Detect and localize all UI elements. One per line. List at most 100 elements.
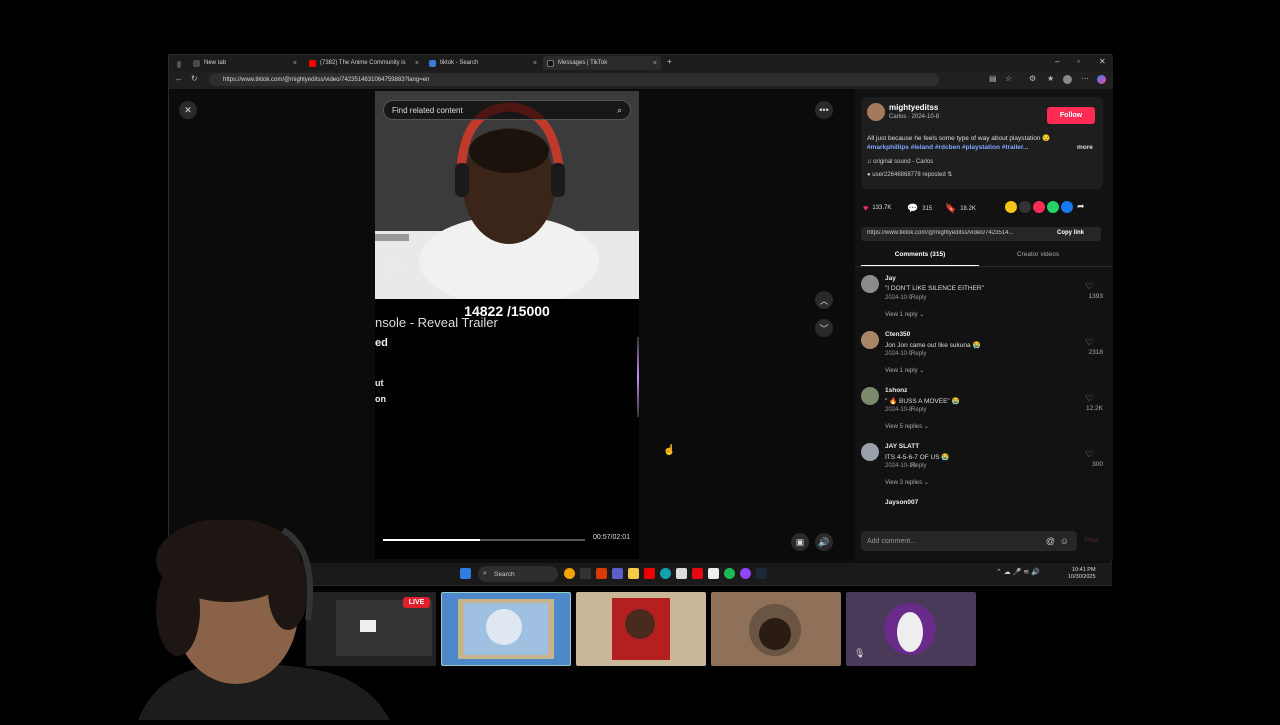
tray-icons[interactable]: ⌃ ☁ 🎤 ≋ 🔊 [996, 568, 1040, 576]
close-video-button[interactable]: ✕ [179, 101, 197, 119]
comment-author[interactable]: 1shonz [885, 387, 907, 394]
store-icon[interactable] [676, 568, 687, 579]
close-icon[interactable]: × [415, 60, 419, 67]
maximize-icon[interactable]: ▫ [1077, 57, 1080, 66]
send-to-friends-icon[interactable] [1033, 201, 1045, 213]
reply-button[interactable]: Reply [911, 407, 926, 413]
windows-start-icon[interactable] [460, 568, 471, 579]
more-options-button[interactable]: ••• [815, 101, 833, 119]
video-player[interactable]: Find related content ⌕ 14822 /15000 nsol… [375, 91, 639, 559]
sound-row[interactable]: ♫ original sound - Carlos [867, 159, 933, 165]
participant-cam[interactable] [711, 592, 841, 666]
copy-link-button[interactable]: Copy link [1057, 230, 1084, 236]
tab-creator-videos[interactable]: Creator videos [979, 251, 1097, 258]
more-link[interactable]: more [1077, 144, 1093, 151]
favorite-star-icon[interactable]: ☆ [1005, 74, 1012, 83]
float-player-button[interactable]: ▣ [791, 533, 809, 551]
participant-avatar-image [749, 604, 801, 656]
participant-cam[interactable] [441, 592, 571, 666]
new-tab-button[interactable]: + [667, 57, 672, 66]
progress-bar[interactable] [383, 539, 585, 541]
refresh-icon[interactable]: ↻ [191, 74, 198, 83]
youtube-icon[interactable] [644, 568, 655, 579]
file-explorer-icon[interactable] [628, 568, 639, 579]
minimize-icon[interactable]: – [1055, 57, 1059, 66]
reply-button[interactable]: Reply [911, 463, 926, 469]
comment-author[interactable]: Cten350 [885, 331, 910, 338]
search-icon[interactable]: ⌕ [617, 105, 622, 116]
copilot-icon[interactable] [1097, 75, 1106, 84]
url-field[interactable]: https://www.tiktok.com/@mightyeditss/vid… [209, 73, 939, 86]
avatar[interactable] [861, 331, 879, 349]
reply-button[interactable]: Reply [911, 351, 926, 357]
whatsapp-icon[interactable] [1047, 201, 1059, 213]
facebook-icon[interactable] [1061, 201, 1073, 213]
heart-outline-icon[interactable]: ♡ [1085, 281, 1093, 292]
mouse-cursor-icon: ☝ [663, 445, 676, 456]
window-close-icon[interactable]: ✕ [1099, 57, 1106, 66]
comment-button[interactable]: 💬 315 [907, 203, 932, 214]
divider [855, 266, 1113, 267]
netflix-icon[interactable] [692, 568, 703, 579]
post-comment-button[interactable]: Post [1085, 537, 1098, 544]
follow-button[interactable]: Follow [1047, 107, 1095, 124]
tab-comments[interactable]: Comments (315) [861, 251, 979, 258]
participant-cam[interactable]: 🎙 [846, 592, 976, 666]
avatar[interactable] [861, 443, 879, 461]
close-icon[interactable]: × [293, 60, 297, 67]
heart-outline-icon[interactable]: ♡ [1085, 337, 1093, 348]
save-button[interactable]: 🔖 18.2K [945, 203, 976, 214]
post-hashtags[interactable]: #markphillips #leland #rdcben #playstati… [867, 144, 1028, 151]
comment-author[interactable]: JAY SLATT [885, 443, 919, 450]
view-replies-button[interactable]: View 1 reply ⌄ [885, 311, 924, 318]
system-clock[interactable]: 10:41 PM 10/30/2025 [1068, 567, 1096, 581]
mention-icon[interactable]: @ [1046, 536, 1055, 546]
participant-cam[interactable] [576, 592, 706, 666]
share-arrow-icon[interactable]: ➦ [1077, 201, 1085, 212]
comment-author[interactable]: Jayson007 [885, 499, 918, 506]
next-video-button[interactable]: ﹀ [815, 319, 833, 337]
coin-icon[interactable] [1005, 201, 1017, 213]
heart-outline-icon[interactable]: ♡ [1085, 449, 1093, 460]
tab-youtube[interactable]: (7382) The Anime Community is × [305, 56, 423, 70]
taskbar-search[interactable]: ⌕ Search [478, 566, 558, 582]
tab-tiktok-search[interactable]: tiktok - Search × [425, 56, 541, 70]
comment-author[interactable]: Jay [885, 275, 896, 282]
tab-new-tab[interactable]: New tab × [189, 56, 301, 70]
username[interactable]: mightyeditss [889, 103, 938, 112]
spotify-icon[interactable] [724, 568, 735, 579]
teams-icon[interactable] [612, 568, 623, 579]
heart-outline-icon[interactable]: ♡ [1085, 393, 1093, 404]
office-icon[interactable] [596, 568, 607, 579]
avatar[interactable] [861, 387, 879, 405]
volume-button[interactable]: 🔊 [815, 533, 833, 551]
tab-messages-tiktok[interactable]: Messages | TikTok × [543, 56, 661, 70]
task-view-icon[interactable] [580, 568, 591, 579]
edge-icon[interactable] [660, 568, 671, 579]
reply-button[interactable]: Reply [911, 295, 926, 301]
previous-video-button[interactable]: ︿ [815, 291, 833, 309]
steam-icon[interactable] [756, 568, 767, 579]
back-icon[interactable]: ← [175, 74, 183, 83]
tab-actions-icon[interactable] [173, 57, 185, 71]
close-icon[interactable]: × [533, 60, 537, 67]
profile-avatar-icon[interactable] [1063, 75, 1072, 84]
related-search-input[interactable]: Find related content ⌕ [383, 100, 631, 120]
view-replies-button[interactable]: View 5 replies ⌄ [885, 423, 929, 430]
reader-icon[interactable]: ▤ [989, 74, 997, 83]
like-button[interactable]: ♥ 133.7K [863, 203, 891, 213]
emoji-icon[interactable]: ☺ [1060, 536, 1069, 546]
menu-dots-icon[interactable]: ⋯ [1081, 74, 1089, 83]
avatar[interactable] [861, 275, 879, 293]
comment-input[interactable]: Add comment... @ ☺ [861, 531, 1077, 551]
embed-icon[interactable] [1019, 201, 1031, 213]
favorites-icon[interactable]: ★ [1047, 74, 1054, 83]
avatar[interactable] [867, 103, 885, 121]
discord-icon[interactable] [740, 568, 751, 579]
view-replies-button[interactable]: View 3 replies ⌄ [885, 479, 929, 486]
app-icon[interactable] [708, 568, 719, 579]
close-icon[interactable]: × [653, 60, 657, 67]
widget-icon[interactable] [564, 568, 575, 579]
extensions-icon[interactable]: ⚙ [1029, 74, 1036, 83]
view-replies-button[interactable]: View 1 reply ⌄ [885, 367, 924, 374]
